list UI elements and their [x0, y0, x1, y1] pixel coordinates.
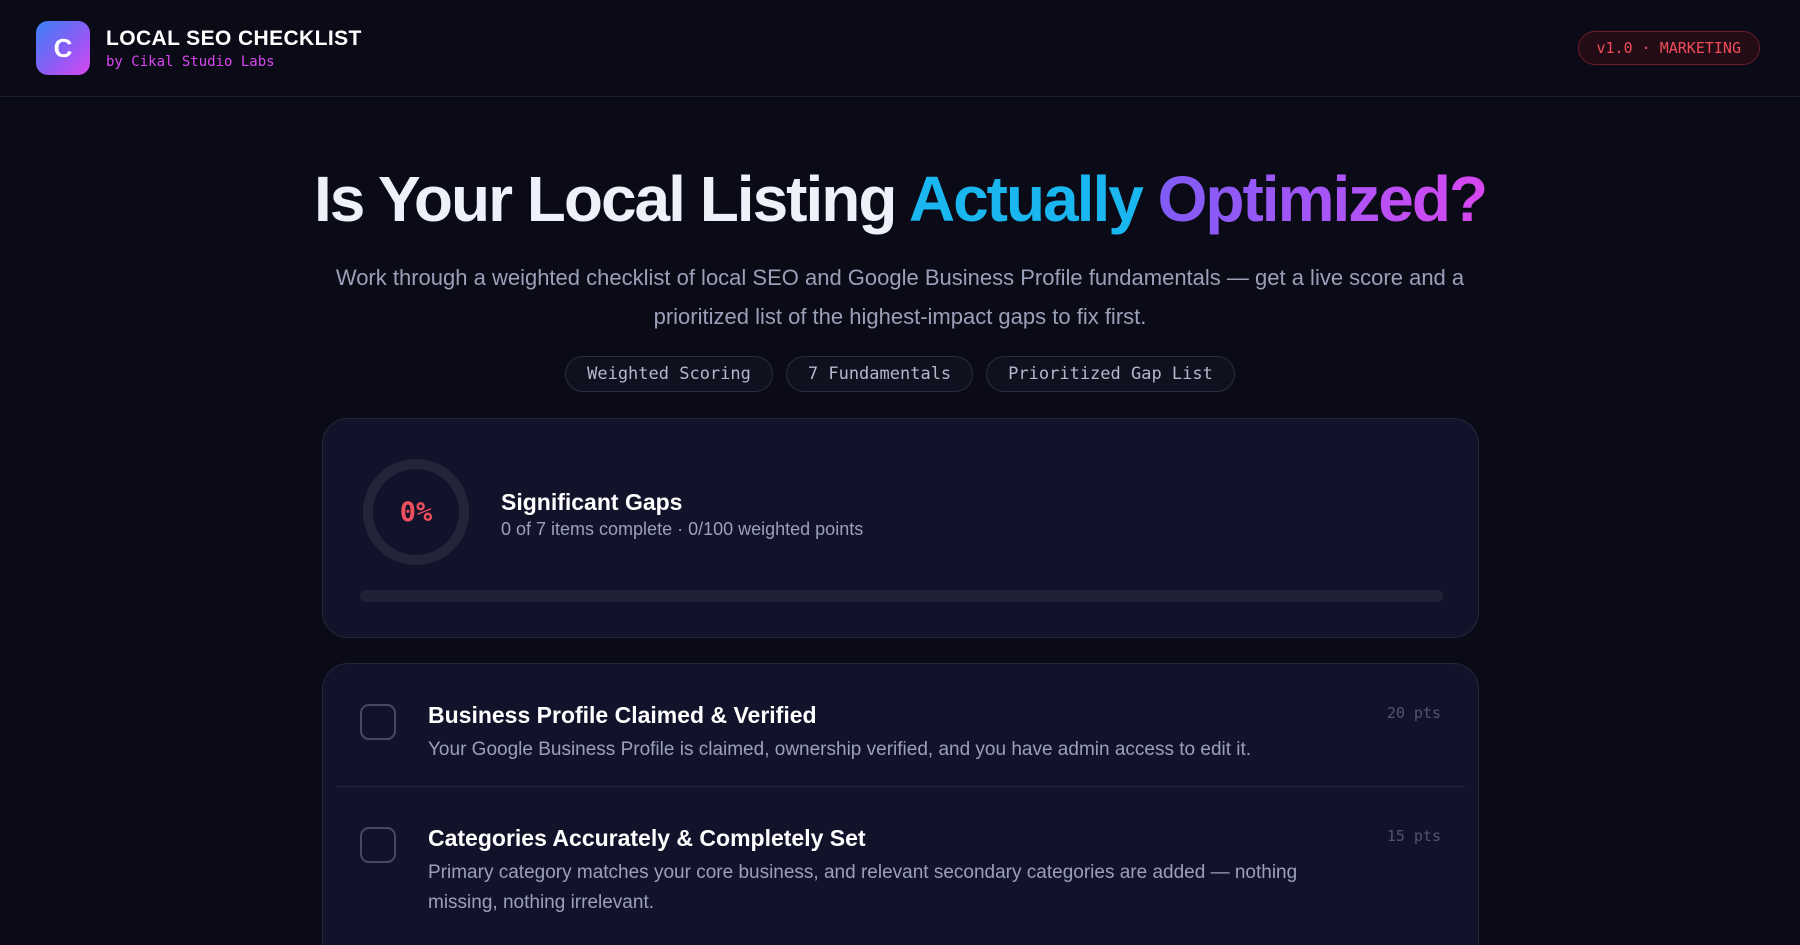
score-status-detail: 0 of 7 items complete · 0/100 weighted p… [501, 519, 864, 539]
hero-title: Is Your Local Listing Actually Optimized… [0, 162, 1800, 236]
app-title: LOCAL SEO CHECKLIST [106, 26, 362, 50]
score-ring: 0% [363, 459, 469, 565]
hero-title-highlight-2: Optimized? [1141, 163, 1488, 235]
score-percent: 0% [399, 496, 433, 528]
item-description: Primary category matches your core busin… [428, 862, 1298, 913]
version-badge: v1.0 · MARKETING [1577, 31, 1760, 65]
checklist-item[interactable]: Categories Accurately & Completely Set P… [336, 786, 1465, 926]
feature-tags: Weighted Scoring 7 Fundamentals Prioriti… [0, 356, 1800, 392]
logo-icon: C [36, 21, 90, 75]
item-title: Business Profile Claimed & Verified [428, 702, 817, 728]
brand[interactable]: C LOCAL SEO CHECKLIST by Cikal Studio La… [36, 21, 362, 75]
hero-subtitle: Work through a weighted checklist of loc… [335, 265, 1465, 329]
tag-gap-list: Prioritized Gap List [986, 356, 1235, 392]
item-description: Your Google Business Profile is claimed,… [428, 739, 1252, 760]
score-status-title: Significant Gaps [501, 489, 683, 515]
item-checkbox[interactable] [360, 704, 396, 740]
score-card: 0% Significant Gaps 0 of 7 items complet… [322, 418, 1479, 638]
tag-weighted-scoring: Weighted Scoring [565, 356, 773, 392]
tag-fundamentals: 7 Fundamentals [785, 356, 974, 392]
hero-title-part1: Is Your Local Listing [313, 163, 909, 235]
item-points: 15 pts [1386, 827, 1441, 845]
brand-text: LOCAL SEO CHECKLIST by Cikal Studio Labs [106, 27, 362, 70]
score-progress-bar [360, 590, 1443, 602]
checklist-item[interactable]: Business Profile Claimed & Verified Your… [336, 664, 1465, 786]
item-title: Categories Accurately & Completely Set [428, 825, 866, 851]
top-bar: C LOCAL SEO CHECKLIST by Cikal Studio La… [0, 0, 1800, 97]
item-checkbox[interactable] [360, 827, 396, 863]
item-points: 20 pts [1386, 704, 1441, 722]
app-subtitle: by Cikal Studio Labs [106, 53, 275, 70]
hero-title-highlight-1: Actually [908, 163, 1144, 235]
checklist-card: Business Profile Claimed & Verified Your… [322, 663, 1479, 945]
hero: Is Your Local Listing Actually Optimized… [0, 162, 1800, 392]
